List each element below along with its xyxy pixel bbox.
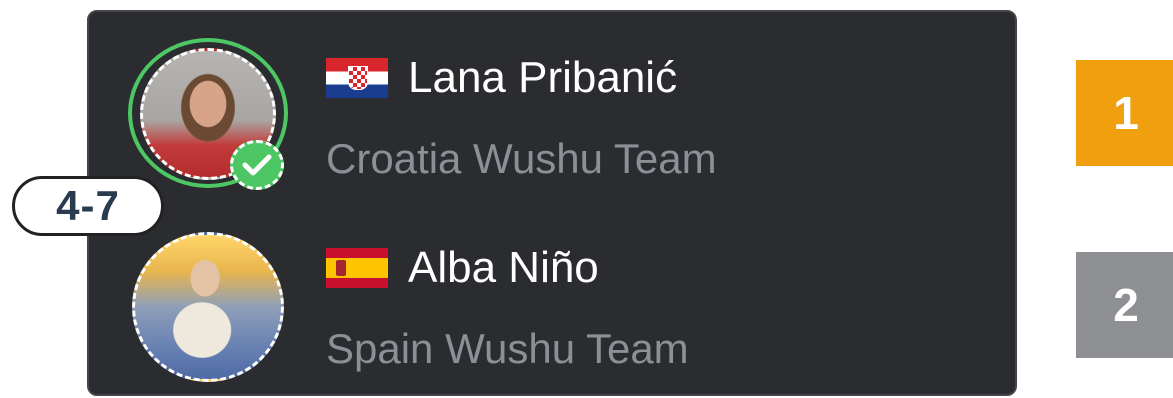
- participant-2-avatar[interactable]: [132, 232, 284, 382]
- rank-badge-2: 2: [1076, 252, 1173, 358]
- check-icon: [230, 140, 284, 190]
- participant-2-name[interactable]: Alba Niño: [408, 246, 599, 290]
- participant-1-name[interactable]: Lana Pribanić: [408, 56, 677, 100]
- rank-badge-1: 1: [1076, 60, 1173, 166]
- participant-2-team: Spain Wushu Team: [326, 325, 689, 372]
- participant-1-team: Croatia Wushu Team: [326, 135, 717, 182]
- croatia-flag-icon: [326, 58, 388, 98]
- score-badge: 4-7: [12, 176, 164, 236]
- spain-flag-icon: [326, 248, 388, 288]
